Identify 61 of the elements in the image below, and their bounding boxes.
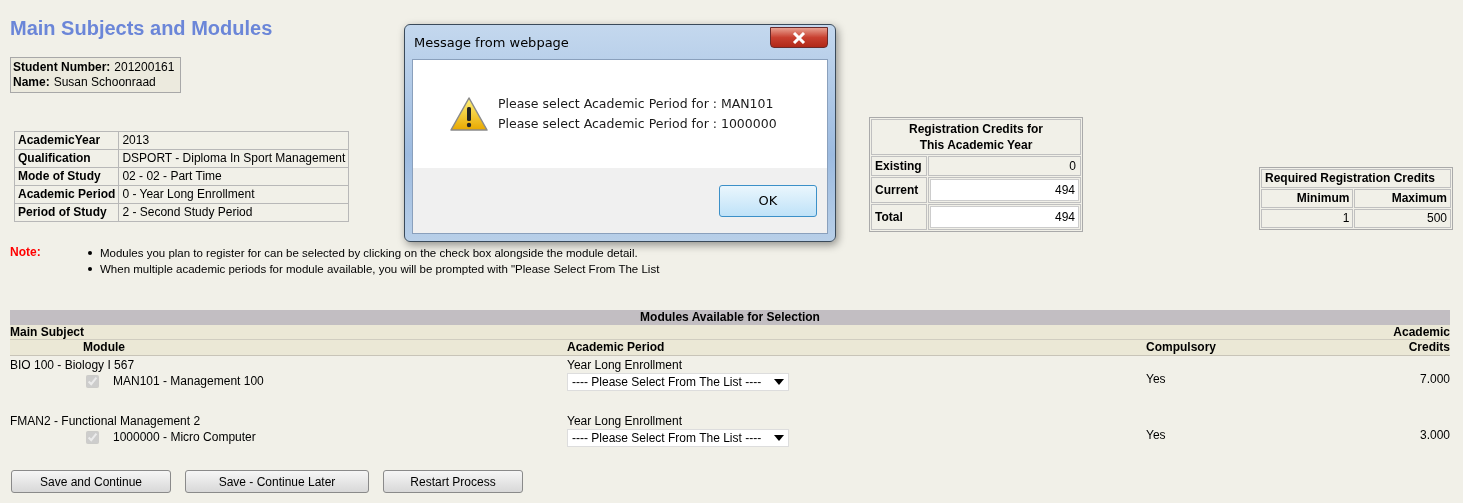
table-cell: DSPORT - Diploma In Sport Management [118, 149, 349, 168]
bullet-icon [88, 251, 92, 255]
column-header: Main Subject [10, 325, 84, 339]
field-label: Name: [13, 75, 50, 89]
page-title: Main Subjects and Modules [10, 16, 273, 41]
action-button[interactable]: Save - Continue Later [185, 470, 369, 493]
field-label: Student Number: [13, 60, 111, 74]
bullet-icon [88, 267, 92, 271]
dialog-title: Message from webpage [414, 35, 569, 50]
warning-icon [449, 96, 489, 132]
subject-name: BIO 100 - Biology I 567 [10, 358, 136, 372]
action-button[interactable]: Restart Process [383, 470, 523, 493]
table-cell-text: Yes [1146, 371, 1167, 386]
column-header: Maximum [1354, 189, 1451, 208]
section-header: Modules Available for Selection [10, 310, 1450, 325]
table-cell: AcademicYear [14, 131, 119, 150]
subject-name: FMAN2 - Functional Management 2 [10, 414, 202, 428]
dialog-message: Please select Academic Period for : 1000000 [498, 115, 777, 133]
dialog-message: Please select Academic Period for : MAN101 [498, 95, 775, 113]
table-cell: 1 [1261, 209, 1354, 228]
table-cell: Period of Study [14, 203, 119, 222]
table-cell: 2 - Second Study Period [118, 203, 349, 222]
note-text: When multiple academic periods for module available, you will be prompted with "Please Select From The List [100, 262, 660, 277]
table-header: Registration Credits for This Academic Year [871, 119, 1081, 155]
credits-field: 494 [930, 179, 1079, 201]
caret-icon [774, 379, 784, 385]
column-header: Credits [1407, 340, 1450, 355]
field-value: Susan Schoonraad [53, 75, 156, 89]
column-header: Academic [1393, 325, 1450, 339]
module-name: 1000000 - Micro Computer [113, 430, 256, 444]
table-cell: 500 [1354, 209, 1451, 228]
table-cell: Qualification [14, 149, 119, 168]
period-label: Year Long Enrollment [567, 414, 683, 428]
column-header: Minimum [1261, 189, 1354, 208]
note-label: Note: [10, 245, 42, 261]
table-cell: Existing [871, 156, 927, 176]
close-button[interactable] [770, 27, 828, 48]
table-cell: Mode of Study [14, 167, 119, 186]
action-button[interactable]: Save and Continue [11, 470, 171, 493]
table-cell: Current [871, 177, 927, 203]
table-cell-text: 3.000 [1418, 427, 1450, 442]
credits-field: 494 [930, 206, 1079, 228]
table-cell: 2013 [118, 131, 349, 150]
table-header: Required Registration Credits [1261, 169, 1451, 188]
column-header: Academic Period [567, 340, 666, 355]
column-header: Module [82, 340, 126, 355]
caret-icon [774, 435, 784, 441]
module-name: MAN101 - Management 100 [113, 374, 264, 388]
period-label: Year Long Enrollment [567, 358, 683, 372]
close-icon [792, 31, 806, 44]
column-header: Compulsory [1146, 340, 1217, 355]
note-text: Modules you plan to register for can be selected by clicking on the check box alongside the module detail. [100, 246, 638, 261]
table-cell: Academic Period [14, 185, 119, 204]
field-value: 201200161 [114, 60, 175, 74]
table-cell-text: 7.000 [1418, 371, 1450, 386]
ok-button[interactable]: OK [719, 184, 817, 217]
table-cell: 0 - Year Long Enrollment [118, 185, 349, 204]
table-cell: 02 - 02 - Part Time [118, 167, 349, 186]
table-cell: Total [871, 204, 927, 230]
table-cell-text: Yes [1146, 427, 1167, 442]
table-cell-text: 0 [1068, 158, 1077, 174]
